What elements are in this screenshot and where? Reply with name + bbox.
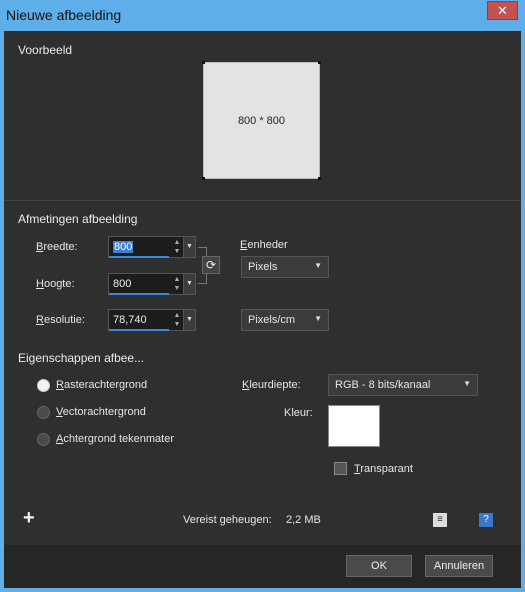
height-label: Hoogte: [36, 278, 75, 290]
aspect-lock-button[interactable]: ⟳ [202, 256, 220, 274]
resolution-dropdown[interactable]: ▼ [183, 310, 195, 330]
dialog-window: Nieuwe afbeelding ✕ Voorbeeld 800 * 800 … [0, 0, 525, 592]
preview-section-title: Voorbeeld [18, 43, 73, 57]
color-depth-value: RGB - 8 bits/kanaal [335, 379, 431, 391]
transparent-checkbox[interactable] [334, 462, 347, 475]
memory-value: 2,2 MB [286, 514, 321, 526]
resolution-value[interactable]: 78,740 [113, 314, 147, 326]
canvas-background-radio[interactable] [37, 433, 50, 446]
plus-icon[interactable]: + [23, 507, 35, 530]
color-depth-label: Kleurdiepte: [242, 379, 301, 391]
dialog-title: Nieuwe afbeelding [6, 7, 122, 23]
resolution-units-select[interactable]: Pixels/cm ▼ [241, 309, 329, 331]
transparent-label[interactable]: Transparant [354, 463, 413, 475]
color-depth-select[interactable]: RGB - 8 bits/kanaal ▼ [328, 374, 478, 396]
width-spinbox[interactable]: 800 ▲ ▼ ▼ [108, 236, 196, 258]
width-stepper[interactable]: ▲ ▼ [171, 238, 183, 256]
units-label: Eenheder [240, 239, 288, 251]
properties-section-title: Eigenschappen afbee... [18, 351, 145, 365]
link-icon: ⟳ [205, 258, 217, 272]
resolution-label: Resolutie: [36, 314, 85, 326]
dimensions-section-title: Afmetingen afbeelding [18, 212, 138, 226]
help-icon[interactable]: ? [479, 513, 493, 527]
vector-background-radio[interactable] [37, 406, 50, 419]
width-focus-underline [109, 256, 169, 258]
preview-canvas: 800 * 800 [203, 62, 320, 179]
canvas-background-label[interactable]: Achtergrond tekenmater [56, 433, 174, 445]
width-value[interactable]: 800 [113, 241, 134, 253]
chevron-down-icon: ▼ [186, 280, 193, 287]
divider [4, 200, 521, 201]
chevron-down-icon: ▼ [314, 261, 322, 270]
chevron-down-icon: ▼ [186, 316, 193, 323]
preview-corner-bl [202, 177, 205, 180]
preview-corner-tr [318, 61, 321, 64]
height-spinbox[interactable]: 800 ▲ ▼ ▼ [108, 273, 196, 295]
preview-size-text: 800 * 800 [237, 114, 286, 127]
resolution-stepper[interactable]: ▲ ▼ [171, 311, 183, 329]
height-focus-underline [109, 293, 169, 295]
document-icon[interactable]: ≡ [433, 513, 447, 527]
preview-corner-br [318, 177, 321, 180]
width-dropdown[interactable]: ▼ [183, 237, 195, 257]
close-button[interactable]: ✕ [487, 1, 518, 20]
title-bar[interactable]: Nieuwe afbeelding ✕ [0, 0, 525, 30]
dialog-body: Voorbeeld 800 * 800 Afmetingen afbeeldin… [4, 31, 521, 588]
chevron-down-icon: ▼ [463, 379, 471, 388]
height-stepper[interactable]: ▲ ▼ [171, 275, 183, 293]
resolution-focus-underline [109, 329, 169, 331]
height-dropdown[interactable]: ▼ [183, 274, 195, 294]
memory-label: Vereist geheugen: [183, 514, 272, 526]
raster-background-radio[interactable] [37, 379, 50, 392]
ok-button[interactable]: OK [346, 555, 412, 577]
close-icon: ✕ [497, 3, 508, 18]
units-value: Pixels [248, 261, 278, 273]
dialog-footer: OK Annuleren [4, 545, 521, 588]
chevron-down-icon: ▼ [314, 314, 322, 323]
color-label: Kleur: [284, 407, 313, 419]
raster-background-label[interactable]: Rasterachtergrond [56, 379, 147, 391]
resolution-units-value: Pixels/cm [248, 314, 296, 326]
units-select[interactable]: Pixels ▼ [241, 256, 329, 278]
chevron-down-icon: ▼ [186, 243, 193, 250]
vector-background-label[interactable]: Vectorachtergrond [56, 406, 146, 418]
height-value[interactable]: 800 [113, 278, 131, 290]
color-swatch[interactable] [328, 405, 380, 447]
preview-corner-tl [202, 61, 205, 64]
cancel-button[interactable]: Annuleren [425, 555, 493, 577]
resolution-spinbox[interactable]: 78,740 ▲ ▼ ▼ [108, 309, 196, 331]
width-label: Breedte: [36, 241, 78, 253]
